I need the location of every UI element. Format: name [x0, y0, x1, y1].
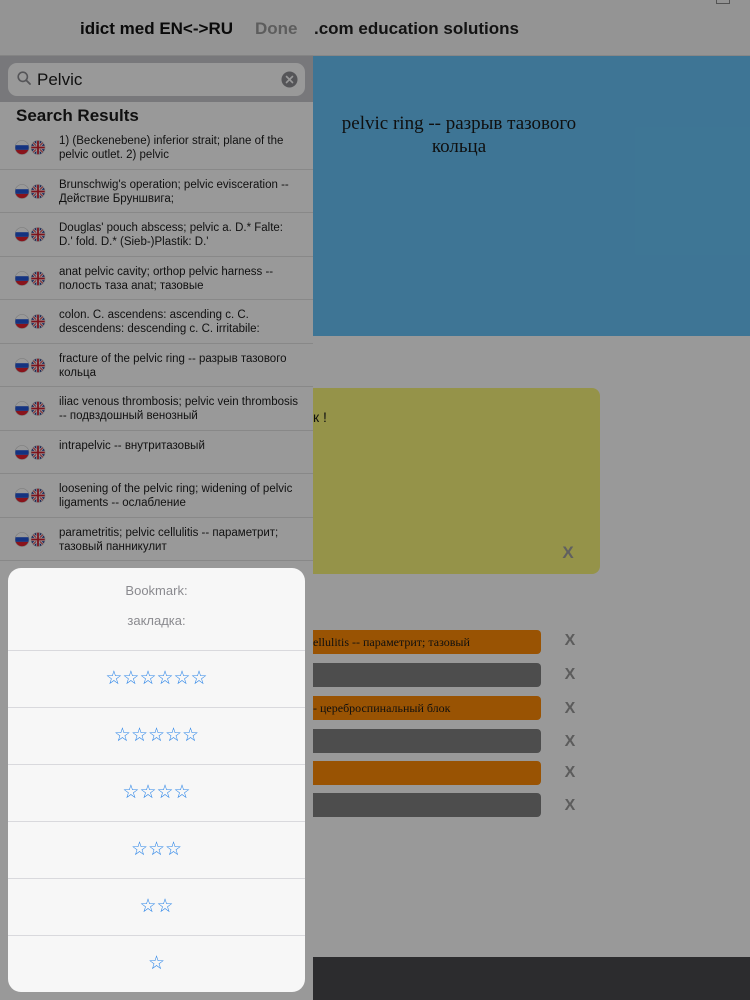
bookmark-rating-6-option[interactable]: ☆☆☆☆☆☆: [8, 650, 305, 707]
bookmark-rating-2-option[interactable]: ☆☆: [8, 878, 305, 935]
bookmark-rating-4-option[interactable]: ☆☆☆☆: [8, 764, 305, 821]
bookmark-rating-5-option[interactable]: ☆☆☆☆☆: [8, 707, 305, 764]
sheet-title: Bookmark:: [125, 583, 188, 598]
sheet-subtitle: закладка:: [127, 613, 186, 628]
bookmark-action-sheet: Bookmark: закладка: ☆☆☆☆☆☆ ☆☆☆☆☆ ☆☆☆☆ ☆☆…: [8, 568, 305, 992]
bookmark-rating-3-option[interactable]: ☆☆☆: [8, 821, 305, 878]
bookmark-rating-1-option[interactable]: ☆: [8, 935, 305, 992]
